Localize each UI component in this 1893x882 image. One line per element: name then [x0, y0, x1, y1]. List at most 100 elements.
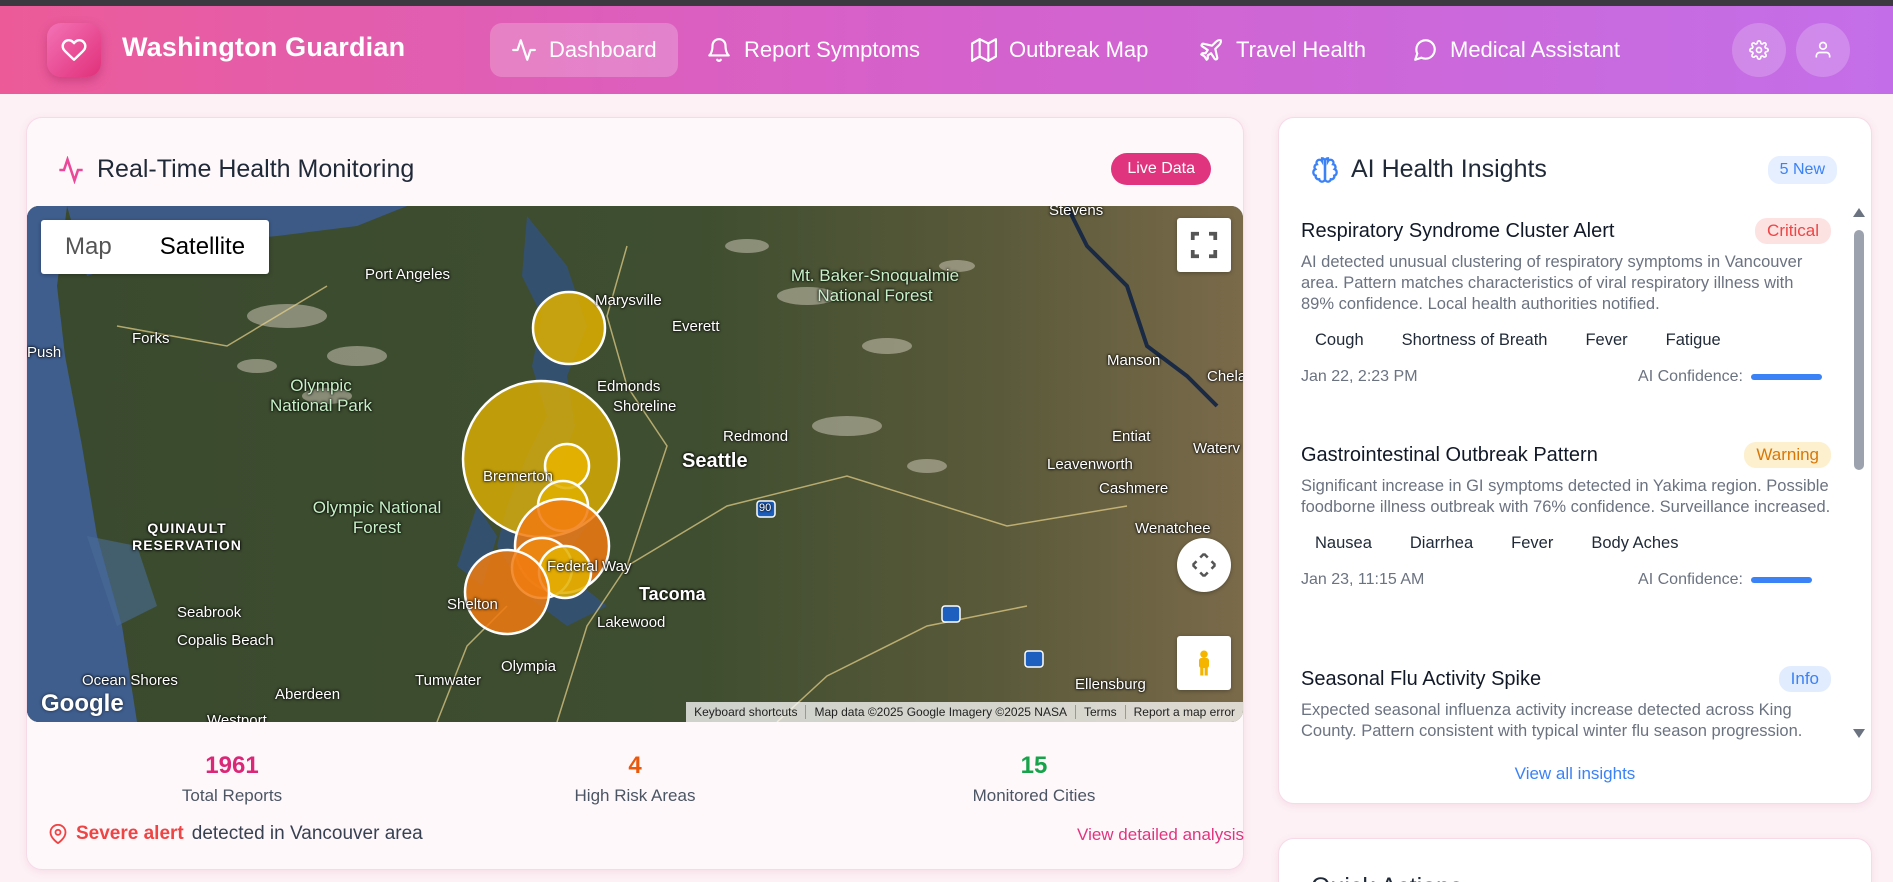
confidence-bar-fill [1751, 577, 1812, 583]
insights-scrollbar[interactable] [1851, 206, 1867, 738]
plane-icon [1200, 38, 1223, 61]
user-icon [1815, 41, 1831, 58]
insight-description: AI detected unusual clustering of respir… [1301, 253, 1803, 313]
insight-timestamp: Jan 23, 11:15 AM [1301, 571, 1425, 588]
stat-total-reports: 1961 Total Reports [102, 752, 362, 806]
nav-travel-health[interactable]: Travel Health [1177, 23, 1387, 77]
nav-medical-assistant-label: Medical Assistant [1450, 37, 1620, 62]
scroll-up-icon[interactable] [1851, 206, 1867, 220]
nav-outbreak-map[interactable]: Outbreak Map [950, 23, 1169, 77]
logo[interactable] [47, 23, 101, 77]
map-label: Ocean Shores [82, 672, 178, 689]
street-view-pegman-button[interactable] [1177, 636, 1231, 690]
nav-travel-health-label: Travel Health [1236, 37, 1367, 62]
report-error-link[interactable]: Report a map error [1124, 705, 1243, 719]
map-label: Cashmere [1099, 480, 1169, 497]
insight-item[interactable]: Respiratory Syndrome Cluster Alert Criti… [1301, 218, 1831, 386]
monitor-header: Real-Time Health Monitoring [57, 155, 414, 184]
map-label: QUINAULT RESERVATION [132, 520, 242, 553]
stat-label: High Risk Areas [574, 786, 696, 805]
insight-description: Expected seasonal influenza activity inc… [1301, 701, 1803, 740]
map-label: Stevens [1049, 206, 1104, 219]
map-type-toggle: Map Satellite [41, 220, 270, 274]
quick-actions-card: Quick Actions [1278, 838, 1872, 882]
insight-timestamp: Jan 22, 2:23 PM [1301, 368, 1418, 385]
map-label: Entiat [1112, 428, 1151, 445]
insight-title: Gastrointestinal Outbreak Pattern [1301, 443, 1598, 466]
nav-dashboard[interactable]: Dashboard [490, 23, 678, 77]
brain-icon [1312, 156, 1338, 183]
scrollbar-thumb[interactable] [1854, 230, 1864, 470]
stat-label: Total Reports [181, 786, 283, 805]
symptom-tag: Fever [1571, 327, 1642, 354]
alert-severity: Severe alert [76, 823, 184, 844]
map-type-map-button[interactable]: Map [41, 220, 136, 274]
nav-medical-assistant[interactable]: Medical Assistant [1391, 23, 1641, 77]
insight-title: Seasonal Flu Activity Spike [1301, 667, 1542, 690]
map-label: Leavenworth [1047, 456, 1133, 473]
activity-icon [59, 155, 83, 184]
top-navbar: Washington Guardian Dashboard Report Sym… [0, 6, 1893, 94]
nav-report-symptoms[interactable]: Report Symptoms [685, 23, 941, 77]
map-label: Olympic National Park [269, 376, 373, 415]
map-data-credit: Map data ©2025 Google Imagery ©2025 NASA [805, 705, 1075, 719]
nav-outbreak-map-label: Outbreak Map [1009, 37, 1149, 62]
map-label: Everett [672, 318, 720, 335]
new-insights-badge: 5 New [1767, 156, 1837, 184]
ai-confidence: AI Confidence: [1638, 571, 1831, 589]
view-detailed-analysis-link[interactable]: View detailed analysis [1077, 825, 1244, 845]
insights-title: AI Health Insights [1351, 155, 1547, 183]
heart-icon [61, 39, 87, 61]
map-label: Olympia [501, 658, 557, 675]
symptom-tag: Cough [1301, 327, 1378, 354]
map-label: Redmond [723, 428, 789, 445]
map-label: Lakewood [597, 614, 666, 631]
map-label: Westport [207, 712, 267, 722]
map-label: Waterv [1193, 440, 1240, 457]
map-label: Wenatchee [1135, 520, 1211, 537]
map-label: Ellensburg [1075, 676, 1146, 693]
alert-text: detected in Vancouver area [191, 823, 423, 844]
insight-item[interactable]: Gastrointestinal Outbreak Pattern Warnin… [1301, 442, 1831, 589]
activity-icon [512, 39, 536, 61]
camera-control-button[interactable] [1177, 538, 1231, 592]
google-logo: Google [41, 690, 124, 717]
symptom-tag: Body Aches [1577, 530, 1693, 557]
severe-alert-line: Severe alert detected in Vancouver area [48, 823, 423, 845]
nav-report-symptoms-label: Report Symptoms [744, 37, 921, 62]
keyboard-shortcuts-link[interactable]: Keyboard shortcuts [686, 705, 805, 719]
confidence-label: AI Confidence: [1638, 571, 1743, 588]
map-label: Aberdeen [275, 686, 341, 703]
scroll-down-icon[interactable] [1851, 726, 1867, 740]
confidence-bar-fill [1751, 374, 1823, 380]
map-label: Olympic National Forest [312, 498, 442, 537]
map-label: Copalis Beach [177, 632, 274, 649]
nav-dashboard-label: Dashboard [549, 37, 657, 62]
outbreak-satellite-map[interactable]: Stevens Port Angeles Marysville Everett … [27, 206, 1243, 722]
quick-actions-title: Quick Actions [1311, 873, 1462, 882]
map-label: Chela [1207, 368, 1243, 385]
message-circle-icon [1414, 39, 1436, 61]
user-profile-button[interactable] [1796, 23, 1850, 77]
insight-item[interactable]: Seasonal Flu Activity Spike Info Expecte… [1301, 666, 1831, 742]
fullscreen-button[interactable] [1177, 218, 1231, 272]
ai-health-insights-card: AI Health Insights 5 New Respiratory Syn… [1278, 117, 1872, 804]
map-label: Federal Way [547, 558, 632, 575]
stat-monitored-cities: 15 Monitored Cities [904, 752, 1164, 806]
insights-list[interactable]: Respiratory Syndrome Cluster Alert Criti… [1301, 218, 1831, 751]
stat-high-risk-areas: 4 High Risk Areas [505, 752, 765, 806]
view-all-insights-link[interactable]: View all insights [1279, 764, 1871, 784]
map-type-satellite-button[interactable]: Satellite [136, 220, 269, 274]
symptom-tag: Nausea [1301, 530, 1386, 557]
map-label: Mt. Baker-Snoqualmie National Forest [790, 266, 960, 305]
confidence-label: AI Confidence: [1638, 368, 1743, 385]
confidence-bar [1751, 374, 1831, 380]
gear-icon [1749, 40, 1769, 60]
map-label: Push [27, 344, 62, 361]
map-label: Marysville [595, 292, 662, 309]
terms-link[interactable]: Terms [1074, 705, 1125, 719]
map-label: Shoreline [613, 398, 677, 415]
brand-name: Washington Guardian [122, 32, 406, 62]
settings-button[interactable] [1732, 23, 1786, 77]
symptom-tag: Fever [1497, 530, 1568, 557]
